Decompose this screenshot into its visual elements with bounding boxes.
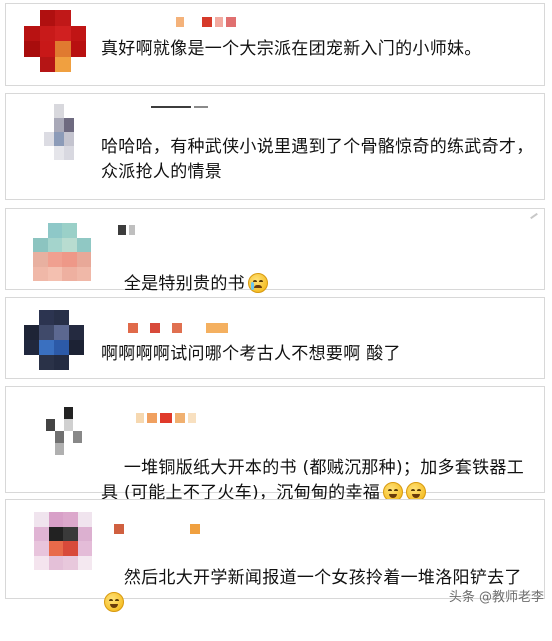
crying-face-icon	[247, 273, 268, 293]
comment-card: 全是特别贵的书	[5, 208, 545, 294]
avatar[interactable]	[44, 104, 84, 160]
avatar[interactable]	[24, 10, 86, 72]
nickname-blurred[interactable]	[114, 524, 200, 534]
nickname-blurred[interactable]	[151, 106, 208, 108]
avatar[interactable]	[33, 223, 91, 281]
comment-text-content: 一堆铜版纸大开本的书 (都贼沉那种)；加多套铁器工具 (可能上不了火车)，沉甸甸…	[101, 458, 524, 503]
corner-mark	[530, 212, 538, 220]
watermark: 头条 @教师老李	[448, 590, 544, 605]
comment-card: 真好啊就像是一个大宗派在团宠新入门的小师妹。	[5, 3, 545, 86]
comment-text: 真好啊就像是一个大宗派在团宠新入门的小师妹。	[101, 39, 482, 59]
comment-card: 一堆铜版纸大开本的书 (都贼沉那种)；加多套铁器工具 (可能上不了火车)，沉甸甸…	[5, 386, 545, 503]
nickname-blurred[interactable]	[136, 413, 196, 423]
avatar[interactable]	[34, 512, 92, 570]
nickname-blurred[interactable]	[128, 323, 228, 333]
avatar[interactable]	[46, 407, 82, 455]
comment-text-content: 全是特别贵的书	[123, 274, 245, 294]
avatar[interactable]	[24, 310, 84, 370]
comment-card: 啊啊啊啊试问哪个考古人不想要啊 酸了	[5, 297, 545, 379]
nickname-blurred[interactable]	[118, 225, 135, 235]
comment-text: 啊啊啊啊试问哪个考古人不想要啊 酸了	[101, 344, 401, 364]
nickname-blurred[interactable]	[176, 17, 236, 27]
laughing-tears-face-icon	[104, 592, 124, 612]
comment-card: 然后北大开学新闻报道一个女孩拎着一堆洛阳铲去了	[5, 499, 545, 612]
comment-card: 哈哈哈，有种武侠小说里遇到了个骨骼惊奇的练武奇才，众派抢人的情景	[5, 93, 545, 200]
comment-text-content: 然后北大开学新闻报道一个女孩拎着一堆洛阳铲去了	[123, 568, 522, 588]
comment-text: 哈哈哈，有种武侠小说里遇到了个骨骼惊奇的练武奇才，众派抢人的情景	[101, 137, 534, 182]
